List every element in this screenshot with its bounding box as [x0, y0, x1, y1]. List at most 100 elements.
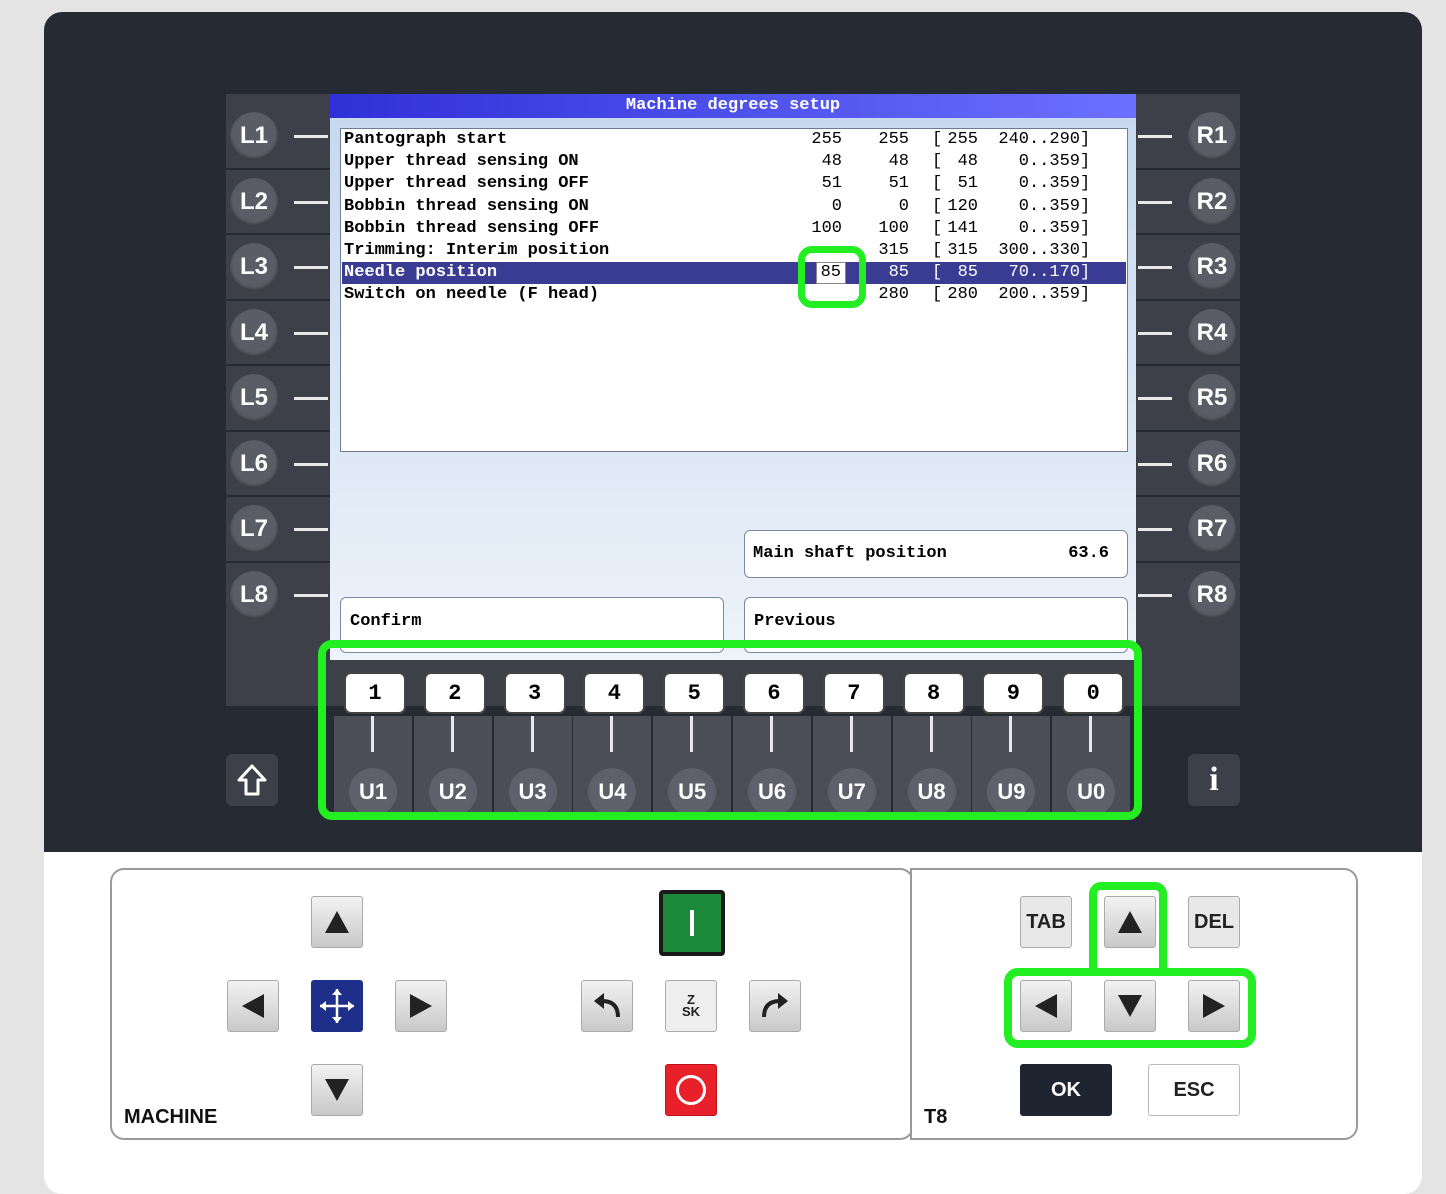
u-key-column: U1 [334, 716, 412, 818]
machine-up-button[interactable] [311, 896, 363, 948]
parameter-current-value: 0 [831, 196, 842, 216]
right-softkey-r3[interactable]: R3 [1188, 243, 1236, 291]
ok-label: OK [1051, 1078, 1081, 1101]
machine-left-button[interactable] [227, 980, 279, 1032]
right-softkey-r8[interactable]: R8 [1188, 570, 1236, 619]
del-button[interactable]: DEL [1188, 896, 1240, 948]
number-key-1[interactable]: 1 [344, 672, 406, 714]
softkey-connector-line [294, 593, 328, 597]
number-key-4[interactable]: 4 [583, 672, 646, 714]
right-softkey-r6[interactable]: R6 [1188, 439, 1236, 488]
softkey-separator [1136, 495, 1240, 497]
move-cross-icon [320, 989, 354, 1023]
ok-button[interactable]: OK [1020, 1064, 1112, 1116]
shift-button[interactable] [226, 754, 278, 806]
left-softkey-l5[interactable]: L5 [230, 374, 278, 422]
right-softkey-r5[interactable]: R5 [1188, 374, 1236, 422]
machine-move-button[interactable] [311, 980, 363, 1032]
t8-down-button[interactable] [1104, 980, 1156, 1032]
machine-right-button[interactable] [395, 980, 447, 1032]
number-key-2[interactable]: 2 [423, 672, 486, 714]
left-softkey-l1[interactable]: L1 [230, 112, 278, 160]
parameter-edit-field[interactable]: 85 [815, 262, 846, 285]
control-panel-device: L1 L2 L3 L4 L5 L6 L7 L8 R1 R2 R3 R4 R5 R6 R7 R8 Machin… [44, 12, 1422, 1194]
u-key-u4[interactable]: U4 [588, 768, 637, 816]
parameter-row[interactable]: Bobbin thread sensing ON 0 0[120 0..359] [342, 196, 1126, 218]
machine-panel: Z SK MACHINE [110, 868, 914, 1140]
left-softkey-l8[interactable]: L8 [230, 570, 278, 619]
parameter-name: Trimming: Interim position [344, 241, 610, 260]
u-key-u0[interactable]: U0 [1067, 768, 1116, 816]
u-key-connector-line [849, 716, 853, 752]
parameter-default-value: 120 [947, 196, 978, 216]
softkey-separator [226, 495, 330, 497]
u-key-u9[interactable]: U9 [987, 768, 1036, 816]
right-softkey-r1[interactable]: R1 [1188, 112, 1236, 160]
parameter-range: 300..330 [998, 241, 1080, 260]
stop-button[interactable] [665, 1064, 717, 1116]
softkey-connector-line [294, 135, 328, 138]
confirm-button[interactable]: Confirm [340, 597, 724, 653]
range-close-bracket: ] [1080, 152, 1091, 172]
parameter-row[interactable]: Needle position 85 85[ 85 70..170] [342, 262, 1126, 285]
info-icon: i [1209, 761, 1219, 798]
u-key-u5[interactable]: U5 [668, 768, 717, 816]
redo-button[interactable] [749, 980, 801, 1032]
parameter-default-value: 141 [947, 218, 978, 238]
u-key-column: U9 [972, 716, 1051, 818]
parameter-row[interactable]: Switch on needle (F head) 280[280 200..359… [342, 284, 1126, 306]
number-key-9[interactable]: 9 [982, 672, 1045, 714]
u-key-u6[interactable]: U6 [748, 768, 796, 816]
number-key-5[interactable]: 5 [663, 672, 726, 714]
left-softkey-l7[interactable]: L7 [230, 505, 278, 553]
parameter-range: 0..359 [1018, 196, 1080, 216]
left-softkey-l3[interactable]: L3 [230, 243, 278, 291]
range-close-bracket: ] [1080, 196, 1091, 216]
softkey-connector-line [1138, 462, 1172, 466]
softkey-connector-line [294, 331, 328, 335]
undo-button[interactable] [581, 980, 633, 1032]
right-softkey-r4[interactable]: R4 [1188, 308, 1236, 357]
arrow-right-icon [1203, 994, 1225, 1018]
parameter-row[interactable]: Bobbin thread sensing OFF 100 100[141 0..35… [342, 218, 1126, 240]
t8-up-button[interactable] [1104, 896, 1156, 948]
previous-button[interactable]: Previous [744, 597, 1128, 653]
u-key-column: U8 [892, 716, 971, 818]
parameter-row[interactable]: Pantograph start 255 255[255 240..290] [342, 129, 1126, 151]
softkey-separator [1136, 233, 1240, 235]
info-button[interactable]: i [1188, 754, 1240, 806]
number-key-7[interactable]: 7 [822, 672, 885, 714]
main-shaft-position-display: Main shaft position 63.6 [744, 530, 1128, 578]
t8-right-button[interactable] [1188, 980, 1240, 1032]
esc-button[interactable]: ESC [1148, 1064, 1240, 1116]
parameter-row[interactable]: Upper thread sensing OFF 51 51[ 51 0..359] [342, 173, 1126, 195]
right-softkey-r2[interactable]: R2 [1188, 177, 1236, 226]
number-key-3[interactable]: 3 [503, 672, 566, 714]
softkey-separator [1136, 298, 1240, 301]
parameter-row[interactable]: Trimming: Interim position 315[315 300..33… [342, 240, 1126, 262]
right-softkey-r7[interactable]: R7 [1188, 505, 1236, 553]
zsk-logo-button[interactable]: Z SK [665, 980, 717, 1032]
parameter-row[interactable]: Upper thread sensing ON 48 48[ 48 0..359] [342, 151, 1126, 173]
left-softkey-l4[interactable]: L4 [230, 308, 278, 357]
u-key-u2[interactable]: U2 [428, 768, 477, 816]
parameter-stored-value: 48 [888, 152, 909, 172]
left-softkey-l2[interactable]: L2 [230, 177, 278, 226]
u-key-u3[interactable]: U3 [508, 768, 557, 816]
tab-button[interactable]: TAB [1020, 896, 1072, 948]
softkey-connector-line [1138, 331, 1172, 335]
number-key-6[interactable]: 6 [743, 672, 805, 714]
t8-left-button[interactable] [1020, 980, 1072, 1032]
machine-down-button[interactable] [311, 1064, 363, 1116]
start-icon [690, 910, 694, 936]
number-key-0[interactable]: 0 [1062, 672, 1125, 714]
softkey-connector-line [1138, 397, 1172, 400]
u-key-u8[interactable]: U8 [907, 768, 956, 816]
left-softkey-l6[interactable]: L6 [230, 439, 278, 488]
softkey-connector-line [1138, 266, 1172, 269]
start-button[interactable] [659, 890, 725, 956]
u-key-u7[interactable]: U7 [827, 768, 876, 816]
parameter-default-value: 280 [947, 285, 978, 305]
number-key-8[interactable]: 8 [902, 672, 965, 714]
u-key-u1[interactable]: U1 [349, 768, 397, 816]
